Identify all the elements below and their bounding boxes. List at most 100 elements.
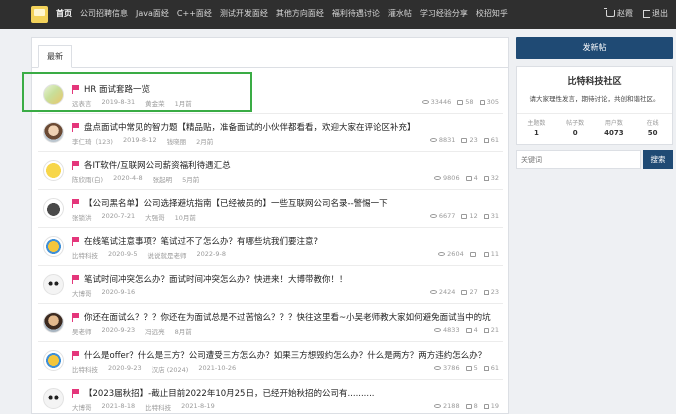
post-title[interactable]: 【2023届秋招】-截止目前2022年10月25日，已经开始秋招的公司有....… — [72, 387, 374, 399]
nav-item-java[interactable]: Java面经 — [136, 8, 169, 19]
avatar[interactable] — [43, 274, 64, 295]
search-input[interactable] — [516, 150, 641, 169]
views-count: 2424 — [438, 288, 456, 296]
post-title[interactable]: 盘点面试中常见的智力题【精品贴，准备面试的小伙伴都看看，欢迎大家在评论区补充】 — [72, 121, 416, 133]
site-logo[interactable] — [31, 6, 48, 23]
last-reply-time: 1月前 — [174, 100, 192, 108]
avatar[interactable] — [43, 312, 64, 333]
post-author[interactable]: 吴老师 — [72, 326, 92, 336]
post-title-text[interactable]: 盘点面试中常见的智力题【精品贴，准备面试的小伙伴都看看，欢迎大家在评论区补充】 — [84, 121, 416, 133]
last-replier[interactable]: 张起明 — [153, 174, 173, 184]
post-row[interactable]: 笔试时间冲突怎么办？面试时间冲突怎么办？快进来！大博带教你！！ 大博哥 2020-9… — [38, 266, 503, 304]
flag-icon — [72, 122, 80, 132]
search-button[interactable]: 搜索 — [643, 150, 673, 169]
last-replier[interactable]: 大强哥 — [145, 212, 165, 222]
post-title-text[interactable]: 各IT软件/互联网公司薪资福利待遇汇总 — [84, 159, 231, 171]
comment-icon — [465, 365, 472, 371]
post-title-text[interactable]: 【公司黑名单】公司选择避坑指南【已经被员的】一些互联网公司名录--警惕一下 — [84, 197, 388, 209]
avatar[interactable] — [43, 122, 64, 143]
post-author[interactable]: 大博哥 — [72, 402, 92, 412]
comments-count: 8 — [473, 402, 478, 410]
avatar[interactable] — [43, 236, 64, 257]
nav-item-jobs[interactable]: 公司招聘信息 — [80, 8, 128, 19]
post-title[interactable]: 笔试时间冲突怎么办？面试时间冲突怎么办？快进来！大博带教你！！ — [72, 273, 348, 285]
avatar[interactable] — [43, 388, 64, 409]
last-replier[interactable]: 汉店 (2024) — [152, 364, 189, 374]
nav-item-home[interactable]: 首页 — [56, 8, 72, 19]
post-author[interactable]: 大博哥 — [72, 288, 92, 298]
post-title[interactable]: 【公司黑名单】公司选择避坑指南【已经被员的】一些互联网公司名录--警惕一下 — [72, 197, 388, 209]
post-title-text[interactable]: 在线笔试注意事项？笔试过不了怎么办？有哪些坑我们要注意? — [84, 235, 318, 247]
likes-stat: 305 — [479, 98, 499, 106]
post-title[interactable]: 各IT软件/互联网公司薪资福利待遇汇总 — [72, 159, 231, 171]
last-replier[interactable]: 黄金荣 — [145, 98, 165, 108]
nav-item-testdev[interactable]: 测试开发面经 — [220, 8, 268, 19]
views-stat: 4833 — [434, 326, 460, 334]
post-row[interactable]: 【公司黑名单】公司选择避坑指南【已经被员的】一些互联网公司名录--警惕一下张锁洪… — [38, 190, 503, 228]
views-count: 6677 — [438, 212, 456, 220]
nav-item-other[interactable]: 其他方向面经 — [276, 8, 324, 19]
flag-icon — [72, 84, 80, 94]
post-meta: 比特科技 2020-9-5 说说就是老师 2022-9-8 — [72, 250, 226, 260]
nav-menu: 首页 公司招聘信息 Java面经 C++面经 测试开发面经 其他方向面经 福利待… — [56, 8, 508, 19]
avatar[interactable] — [43, 198, 64, 219]
avatar[interactable] — [43, 84, 64, 105]
post-meta: 大博哥 2021-8-18 比特科技 2021-8-19 — [72, 402, 215, 412]
post-row[interactable]: 什么是offer？什么是三方？公司遭受三方怎么办？如果三方想毁约怎么办？什么是两… — [38, 342, 503, 380]
nav-item-benefits[interactable]: 福利待遇讨论 — [332, 8, 380, 19]
comments-stat: 23 — [461, 136, 478, 144]
nav-item-study[interactable]: 学习经验分享 — [420, 8, 468, 19]
post-title[interactable]: 在线笔试注意事项？笔试过不了怎么办？有哪些坑我们要注意? — [72, 235, 318, 247]
last-replier[interactable]: 冯远亮 — [145, 326, 165, 336]
post-title[interactable]: HR 面试套路一览 — [72, 83, 150, 95]
last-replier[interactable]: 比特科技 — [145, 402, 171, 412]
post-title-text[interactable]: 你还在面试么？？？你还在为面试总是不过苦恼么？？？快往这里看~小吴老师教大家如何… — [84, 311, 491, 323]
post-title-text[interactable]: 笔试时间冲突怎么办？面试时间冲突怎么办？快进来！大博带教你！！ — [84, 273, 348, 285]
post-title[interactable]: 你还在面试么？？？你还在为面试总是不过苦恼么？？？快往这里看~小吴老师教大家如何… — [72, 311, 491, 323]
post-title-text[interactable]: 【2023届秋招】-截止目前2022年10月25日，已经开始秋招的公司有....… — [84, 387, 374, 399]
last-replier[interactable]: 钱晓丽 — [167, 136, 187, 146]
nav-item-water[interactable]: 灌水帖 — [388, 8, 412, 19]
post-row[interactable]: HR 面试套路一览 远表言 2019-8-31 黄金荣 1月前 33446 58 305 — [38, 76, 503, 114]
avatar[interactable] — [43, 160, 64, 181]
post-title-text[interactable]: HR 面试套路一览 — [84, 83, 150, 95]
views-stat: 6677 — [429, 212, 456, 220]
post-date: 2020-9-16 — [101, 288, 136, 296]
stat-posts: 帖子数 0 — [566, 120, 585, 137]
last-reply-time: 2021-8-19 — [181, 402, 215, 410]
comment-icon — [465, 175, 472, 181]
post-author[interactable]: 张锁洪 — [72, 212, 92, 222]
post-author[interactable]: 远表言 — [72, 98, 92, 108]
cart-icon — [604, 8, 615, 17]
like-icon — [483, 137, 489, 143]
new-post-button[interactable]: 发新帖 — [516, 37, 673, 59]
likes-count: 305 — [486, 98, 499, 106]
flag-icon — [72, 388, 80, 398]
post-row[interactable]: 在线笔试注意事项？笔试过不了怎么办？有哪些坑我们要注意? 比特科技 2020-9-5… — [38, 228, 503, 266]
like-icon — [483, 365, 489, 371]
post-row[interactable]: 各IT软件/互联网公司薪资福利待遇汇总 陈欣雨(白) 2020-4-8 张起明 5月前 9… — [38, 152, 503, 190]
user-menu[interactable]: 赵霞 — [604, 8, 633, 19]
logout-label: 退出 — [652, 9, 668, 18]
post-author[interactable]: 陈欣雨(白) — [72, 174, 103, 184]
tab-latest[interactable]: 最新 — [38, 45, 72, 68]
post-row[interactable]: 【2023届秋招】-截止目前2022年10月25日，已经开始秋招的公司有....… — [38, 380, 503, 414]
logout-button[interactable]: 退出 — [643, 8, 668, 19]
post-title-text[interactable]: 什么是offer？什么是三方？公司遭受三方怎么办？如果三方想毁约怎么办？什么是两… — [84, 349, 486, 361]
eye-icon — [434, 404, 442, 408]
avatar[interactable] — [43, 350, 64, 371]
comments-stat: 8 — [465, 402, 478, 410]
nav-item-zhihu[interactable]: 校招知乎 — [476, 8, 508, 19]
post-title[interactable]: 什么是offer？什么是三方？公司遭受三方怎么办？如果三方想毁约怎么办？什么是两… — [72, 349, 486, 361]
views-stat: 2188 — [434, 402, 460, 410]
nav-item-cpp[interactable]: C++面经 — [177, 8, 212, 19]
eye-icon — [438, 252, 446, 256]
flag-icon — [72, 198, 80, 208]
post-row[interactable]: 你还在面试么？？？你还在为面试总是不过苦恼么？？？快往这里看~小吴老师教大家如何… — [38, 304, 503, 342]
post-author[interactable]: 李仁琦（123) — [72, 136, 113, 146]
post-row[interactable]: 盘点面试中常见的智力题【精品贴，准备面试的小伙伴都看看，欢迎大家在评论区补充】李… — [38, 114, 503, 152]
post-author[interactable]: 比特科技 — [72, 364, 98, 374]
post-author[interactable]: 比特科技 — [72, 250, 98, 260]
last-replier[interactable]: 说说就是老师 — [148, 250, 187, 260]
community-card: 比特科技社区 请大家理性发言，期待讨论，共创和谐社区。 主题数 1 帖子数 0 … — [516, 66, 673, 145]
